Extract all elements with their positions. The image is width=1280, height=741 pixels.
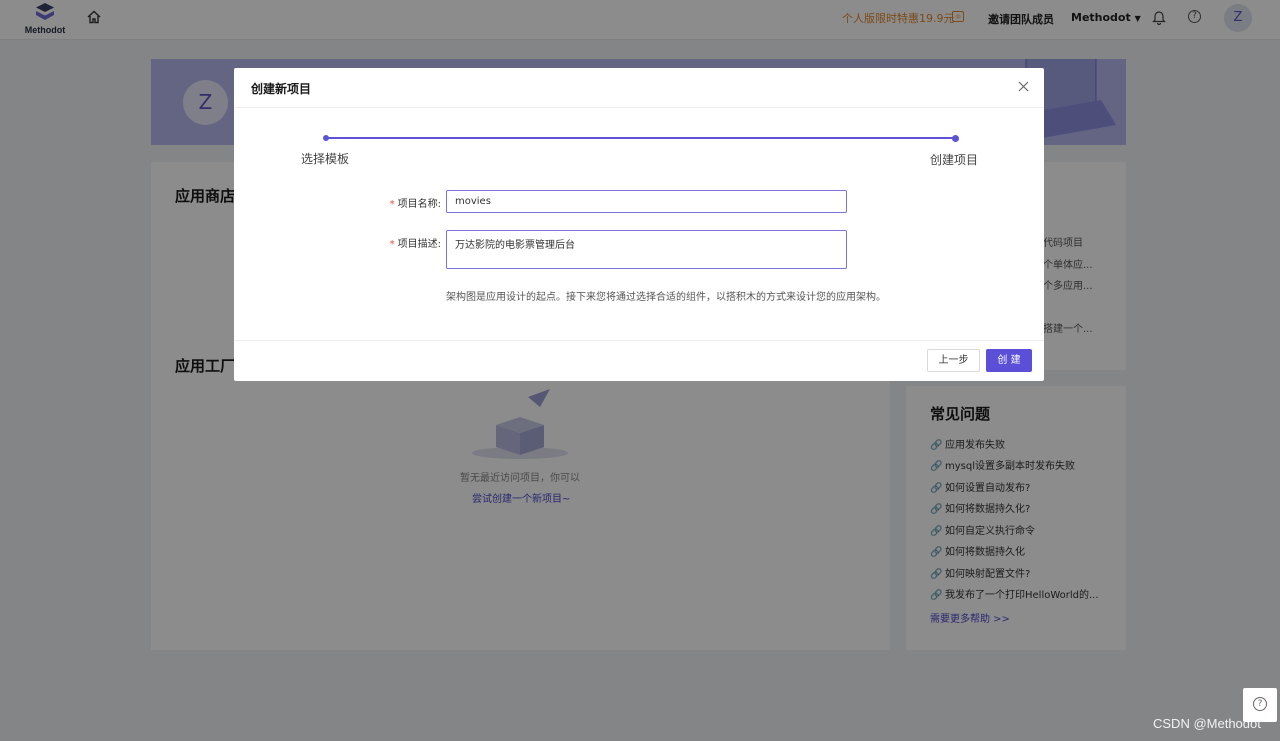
help-icon: ? bbox=[1253, 697, 1267, 711]
step-dot-2 bbox=[952, 135, 959, 142]
previous-step-button[interactable]: 上一步 bbox=[927, 349, 980, 372]
step-label-create-project: 创建项目 bbox=[930, 153, 979, 167]
watermark: CSDN @Methodot bbox=[1153, 716, 1261, 731]
project-name-label: * 项目名称: bbox=[389, 199, 441, 210]
create-project-modal: 创建新项目 选择模板 创建项目 *项目名称: *项目描述: 万达影院的电影票管理… bbox=[234, 68, 1044, 381]
modal-header: 创建新项目 bbox=[234, 68, 1044, 108]
steps-progress-line bbox=[326, 137, 955, 139]
step-label-select-template: 选择模板 bbox=[301, 152, 350, 166]
project-description-textarea[interactable]: 万达影院的电影票管理后台 bbox=[446, 230, 847, 269]
project-name-input[interactable] bbox=[446, 190, 847, 213]
step-dot-1 bbox=[323, 135, 329, 141]
modal-footer bbox=[234, 340, 1044, 381]
create-button[interactable]: 创 建 bbox=[986, 349, 1032, 372]
project-description-label: * 项目描述: bbox=[389, 239, 441, 250]
close-icon[interactable] bbox=[1017, 80, 1030, 93]
form-hint-text: 架构图是应用设计的起点。接下来您将通过选择合适的组件，以搭积木的方式来设计您的应… bbox=[446, 292, 886, 303]
modal-title: 创建新项目 bbox=[251, 82, 312, 96]
